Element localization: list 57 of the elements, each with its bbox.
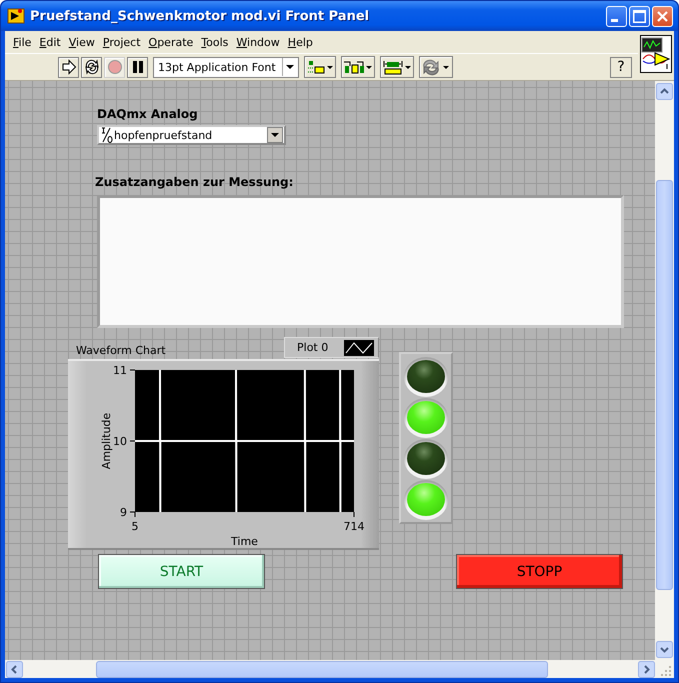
axis-tick-label: 10 [113, 435, 127, 448]
menu-item[interactable]: Project [98, 36, 145, 48]
resize-objects-icon [382, 58, 412, 76]
x-axis-title: Time [231, 535, 258, 548]
scroll-right-icon [638, 660, 655, 678]
vertical-scrollbar[interactable] [655, 81, 674, 660]
align-objects-icon [306, 58, 334, 76]
plot-style-icon [344, 340, 374, 356]
scroll-up-icon [656, 83, 673, 100]
toolbar-button[interactable] [58, 56, 79, 78]
boolean-button[interactable]: START [98, 554, 265, 589]
menu-item[interactable]: Edit [35, 36, 65, 48]
scroll-thumb[interactable] [96, 660, 548, 678]
app-icon [7, 7, 25, 25]
close-button[interactable] [652, 6, 673, 26]
close-icon [657, 10, 668, 22]
toolbar-button[interactable] [81, 56, 102, 78]
stop-sign-icon [106, 59, 122, 75]
connector-pane-icon[interactable] [640, 35, 672, 73]
control-label: DAQmx Analog [97, 107, 198, 121]
axis-tick-label: 11 [113, 364, 127, 377]
toolbar-dropdown[interactable] [380, 56, 414, 78]
reorder-arrows-icon [421, 58, 451, 76]
horizontal-scrollbar[interactable] [5, 660, 656, 678]
menu-item[interactable]: File [9, 36, 36, 48]
maximize-button[interactable] [629, 6, 650, 26]
toolbar-dropdown[interactable] [341, 56, 375, 78]
maximize-icon [633, 10, 646, 22]
cycle-arrows-icon [84, 59, 100, 75]
boolean-button[interactable]: STOPP [456, 554, 623, 589]
plot-legend[interactable]: Plot 0 [284, 337, 379, 358]
chart-label: Waveform Chart [76, 344, 166, 357]
window-title: Pruefstand_Schwenkmotor mod.vi Front Panel [30, 8, 370, 24]
toolbar-button[interactable] [127, 56, 148, 78]
axis-tick-label: 714 [344, 520, 364, 533]
menu-item[interactable]: Operate [144, 36, 198, 48]
scroll-down-icon [656, 641, 673, 658]
menu-item[interactable]: Window [232, 36, 284, 48]
axis-tick-label: 5 [132, 520, 138, 533]
run-arrow-icon [60, 59, 76, 75]
toolbar-dropdown[interactable] [304, 56, 336, 78]
help-button[interactable]: ? [610, 56, 632, 78]
daqmx-channel-dropdown[interactable]: hopfenpruefstand [97, 125, 286, 145]
scroll-thumb[interactable] [656, 180, 673, 590]
dropdown-caret-icon [267, 127, 283, 143]
minimize-icon [610, 18, 618, 22]
menu-item[interactable]: Tools [197, 36, 232, 48]
minimize-button[interactable] [606, 6, 627, 26]
menu-item[interactable]: Help [284, 36, 317, 48]
y-axis-title: Amplitude [100, 412, 113, 470]
text-input-field[interactable] [97, 195, 624, 328]
io-icon [100, 126, 113, 144]
font-dropdown[interactable]: 13pt Application Font [153, 56, 299, 78]
axis-tick-label: 9 [120, 506, 127, 519]
control-label: Zusatzangaben zur Messung: [95, 175, 294, 189]
scroll-left-icon [6, 660, 23, 678]
menu-item[interactable]: View [64, 36, 99, 48]
